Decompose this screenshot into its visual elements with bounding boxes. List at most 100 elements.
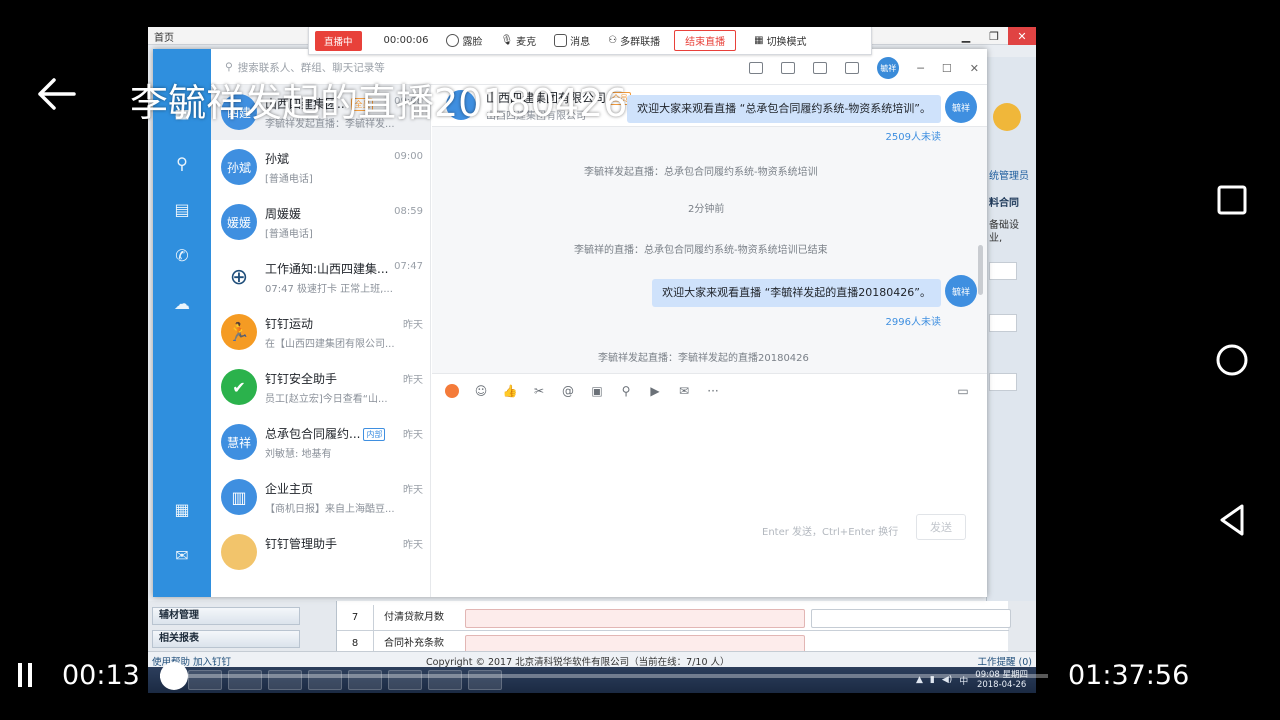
pin-icon[interactable]: ⚲ xyxy=(172,153,192,173)
face-button[interactable]: 露脸 xyxy=(446,33,482,48)
home-tab[interactable]: 首页 xyxy=(154,29,174,44)
calendar-icon[interactable] xyxy=(845,62,860,74)
message-bubble[interactable]: 欢迎大家来观看直播 “总承包合同履约系统-物资系统培训”。 xyxy=(627,95,941,123)
system-message: 李毓祥的直播：总承包合同履约系统-物资系统培训已结束 xyxy=(574,245,828,256)
taskbar-app[interactable] xyxy=(468,670,502,690)
message-input[interactable]: Enter 发送，Ctrl+Enter 换行 发送 xyxy=(432,407,987,597)
scissors-icon[interactable]: ✂ xyxy=(531,383,547,399)
chat-icon[interactable] xyxy=(749,62,764,74)
shield-icon: ✔ xyxy=(221,369,257,405)
input-hint: Enter 发送，Ctrl+Enter 换行 xyxy=(762,527,899,538)
running-icon: 🏃 xyxy=(221,314,257,350)
recents-icon[interactable] xyxy=(1212,180,1252,220)
send-button[interactable]: 发送 xyxy=(916,514,966,540)
multi-group-button[interactable]: ⚇ 多群联播 xyxy=(608,33,660,48)
emoji-icon[interactable]: ☺ xyxy=(473,383,489,399)
contacts-icon[interactable]: ▤ xyxy=(172,199,192,219)
grid-icon: ▦ xyxy=(754,35,764,46)
pause-icon[interactable] xyxy=(18,663,34,687)
taskbar-app[interactable] xyxy=(308,670,342,690)
taskbar-app-ie[interactable] xyxy=(188,670,222,690)
avatar xyxy=(221,534,257,570)
conversation-item[interactable]: 慧祥 总承包合同履约... 内部 刘敏慧: 地基有 昨天 xyxy=(211,415,430,470)
message-bubble[interactable]: 欢迎大家来观看直播 “李毓祥发起的直播20180426”。 xyxy=(652,279,941,307)
timestamp: 2分钟前 xyxy=(688,204,725,215)
conversation-item[interactable]: 钉钉管理助手 昨天 xyxy=(211,525,430,580)
cloud-icon[interactable]: ☁ xyxy=(172,293,192,313)
conversation-item[interactable]: ✔ 钉钉安全助手 员工[赵立宏]今日查看“山... 昨天 xyxy=(211,360,430,415)
taskbar-app-chrome[interactable] xyxy=(268,670,302,690)
mail-icon[interactable]: ✉ xyxy=(676,383,692,399)
side-field[interactable] xyxy=(989,373,1017,391)
minimize-icon[interactable]: ─ xyxy=(917,62,924,75)
nav-back-icon[interactable] xyxy=(1212,500,1252,540)
seek-bar[interactable] xyxy=(160,662,1048,690)
side-field[interactable] xyxy=(989,262,1017,280)
menu-reports[interactable]: 相关报表 xyxy=(152,630,300,648)
unread-count[interactable]: 2509人未读 xyxy=(886,128,941,143)
menu-material[interactable]: 辅材管理 xyxy=(152,607,300,625)
home-icon[interactable] xyxy=(1212,340,1252,380)
file-icon[interactable]: ▣ xyxy=(589,383,605,399)
conversation-item[interactable]: 🏃 钉钉运动 在【山西四建集团有限公司... 昨天 xyxy=(211,305,430,360)
sender-avatar[interactable]: 毓祥 xyxy=(945,275,977,307)
maximize-icon[interactable]: ❐ xyxy=(980,27,1008,45)
sender-avatar[interactable]: 毓祥 xyxy=(945,91,977,123)
screen-icon[interactable] xyxy=(781,62,796,74)
more-icon[interactable]: ··· xyxy=(705,383,721,399)
system-message: 李毓祥发起直播：李毓祥发起的直播20180426 xyxy=(598,353,809,364)
chat-scrollbar[interactable] xyxy=(978,245,983,295)
seek-handle[interactable] xyxy=(160,662,189,690)
months-extra-input[interactable] xyxy=(811,609,1011,628)
video-call-icon[interactable]: ▭ xyxy=(955,383,971,399)
taskbar: ▲ ▮ ◀) 中 09:08 星期四 2018-04-26 xyxy=(148,667,1036,693)
switch-mode-button[interactable]: ▦ 切换模式 xyxy=(754,33,806,48)
back-arrow-icon[interactable] xyxy=(34,72,78,116)
close-icon[interactable]: ✕ xyxy=(970,62,979,75)
current-time: 00:13 xyxy=(62,660,140,691)
conversation-item[interactable]: ▥ 企业主页 【商机日报】来自上海酷豆... 昨天 xyxy=(211,470,430,525)
like-icon[interactable]: 👍 xyxy=(502,383,518,399)
unread-count[interactable]: 2996人未读 xyxy=(886,313,941,328)
messages-button[interactable]: 消息 xyxy=(554,33,590,48)
live-status-badge: 直播中 xyxy=(315,30,362,51)
conversation-item[interactable]: 媛媛 周媛媛 [普通电话] 08:59 xyxy=(211,195,430,250)
apps-grid-icon[interactable]: ▦ xyxy=(172,499,192,519)
mail-icon[interactable]: ✉ xyxy=(172,545,192,565)
mic-button[interactable]: 🎙 麦克 xyxy=(500,33,536,48)
system-clock[interactable]: 09:08 星期四 2018-04-26 xyxy=(975,670,1028,690)
profile-avatar[interactable]: 毓祥 xyxy=(877,57,900,79)
side-label: 料合同 xyxy=(989,198,1019,209)
taskbar-app[interactable] xyxy=(428,670,462,690)
status-bar: 使用帮助 加入钉钉 Copyright © 2017 北京清科锐华软件有限公司（… xyxy=(148,651,1036,668)
microphone-icon: 🎙 xyxy=(500,35,514,46)
upload-icon[interactable] xyxy=(813,62,828,74)
months-input[interactable] xyxy=(465,609,805,628)
close-icon[interactable]: ✕ xyxy=(1008,27,1036,45)
pin-icon[interactable]: ⚲ xyxy=(618,383,634,399)
dingtalk-window: ▀ ⚲ ▤ ✆ ☁ ▦ ✉ ⚲ 搜索联系人、群组、聊天记录等 毓祥 ─ ☐ ✕ … xyxy=(153,49,987,597)
people-icon: ⚇ xyxy=(608,35,618,46)
maximize-icon[interactable]: ☐ xyxy=(942,62,952,75)
admin-avatar xyxy=(993,103,1021,131)
end-live-button[interactable]: 结束直播 xyxy=(674,30,737,51)
video-player[interactable]: 首页 ▁ ❐ ✕ 统管理员 料合同 备础设 业, 辅材管理 相关报表 7 付清贷… xyxy=(0,0,1280,720)
conversation-item[interactable]: 孙斌 孙斌 [普通电话] 09:00 xyxy=(211,140,430,195)
mention-icon[interactable]: @ xyxy=(560,383,576,399)
conversation-item[interactable]: ⊕ 工作通知:山西四建集... 07:47 极速打卡 正常上班,... 07:4… xyxy=(211,250,430,305)
work-reminder[interactable]: 工作提醒 (0) xyxy=(978,654,1032,668)
avatar: 孙斌 xyxy=(221,149,257,185)
taskbar-app[interactable] xyxy=(348,670,382,690)
copyright: Copyright © 2017 北京清科锐华软件有限公司（当前在线：7/10 … xyxy=(426,657,730,668)
avatar: 慧祥 xyxy=(221,424,257,460)
live-icon[interactable]: ▶ xyxy=(647,383,663,399)
gif-icon[interactable] xyxy=(444,383,460,399)
taskbar-app[interactable] xyxy=(228,670,262,690)
taskbar-app[interactable] xyxy=(388,670,422,690)
side-field[interactable] xyxy=(989,314,1017,332)
admin-label: 统管理员 xyxy=(989,171,1029,182)
dingtalk-sidebar: ▀ ⚲ ▤ ✆ ☁ ▦ ✉ xyxy=(153,49,211,597)
conversation-list: 四建 山西四建集团... 全员 李毓祥发起直播：李毓祥发... 09:08 孙斌 … xyxy=(211,85,431,597)
phone-icon[interactable]: ✆ xyxy=(172,245,192,265)
minimize-icon[interactable]: ▁ xyxy=(952,27,980,45)
